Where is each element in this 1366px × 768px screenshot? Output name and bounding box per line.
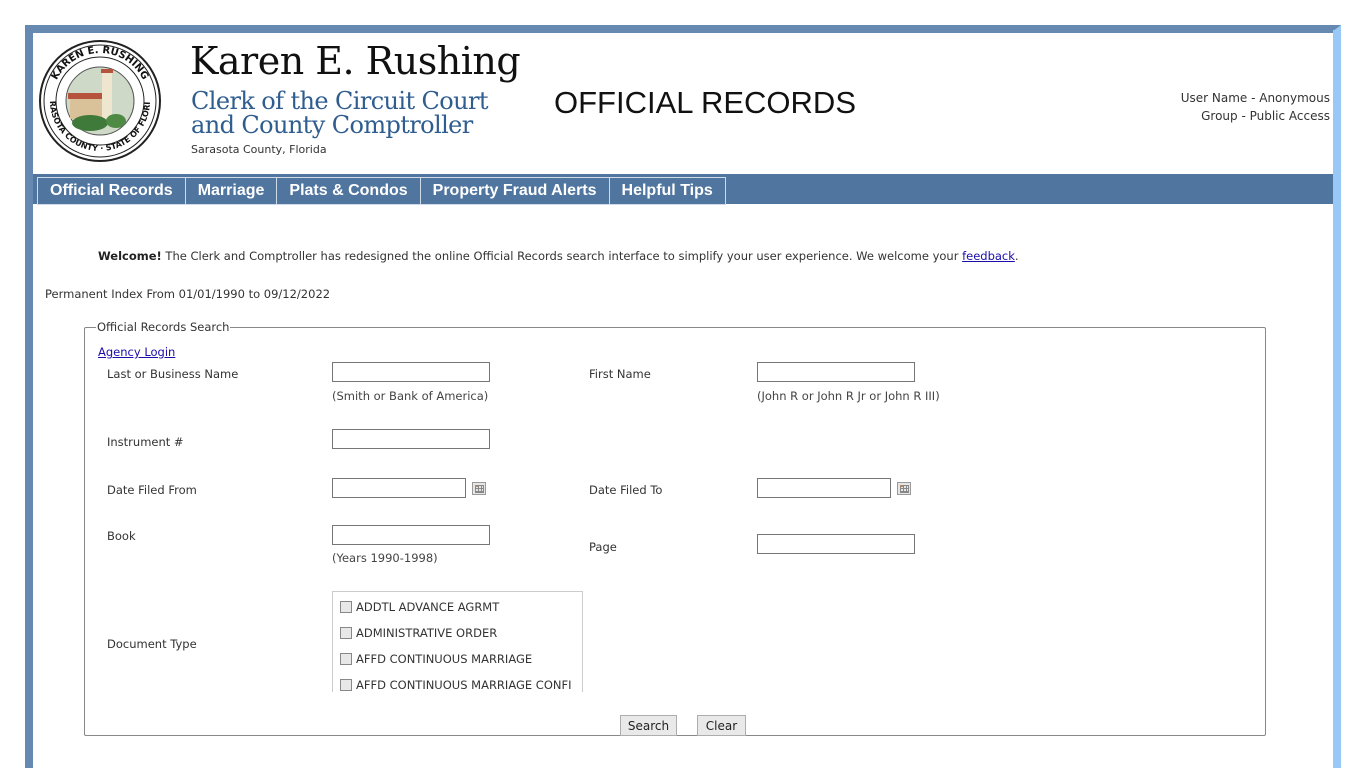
checkbox[interactable] (340, 601, 352, 613)
book-hint: (Years 1990-1998) (332, 551, 438, 565)
document-type-option-label: ADMINISTRATIVE ORDER (356, 626, 498, 640)
checkbox[interactable] (340, 653, 352, 665)
page-frame-top (25, 25, 1341, 33)
document-type-option-label: ADDTL ADVANCE AGRMT (356, 600, 500, 614)
user-name: User Name - Anonymous (1180, 91, 1330, 105)
book-input[interactable] (332, 525, 490, 545)
book-label: Book (107, 529, 136, 543)
calendar-icon[interactable] (472, 482, 486, 495)
page-frame-left (25, 25, 33, 768)
nav-list: Official Records Marriage Plats & Condos… (37, 177, 726, 205)
agency-login-link[interactable]: Agency Login (98, 345, 175, 359)
welcome-text: The Clerk and Comptroller has redesigned… (161, 249, 963, 263)
brand-location: Sarasota County, Florida (191, 143, 327, 156)
date-from-input[interactable] (332, 478, 466, 498)
document-type-option[interactable]: AFFD CONTINUOUS MARRIAGE CONFI (340, 675, 572, 692)
date-from-label: Date Filed From (107, 483, 197, 497)
page-input[interactable] (757, 534, 915, 554)
instrument-label: Instrument # (107, 435, 184, 449)
user-info: User Name - Anonymous Group - Public Acc… (1181, 89, 1330, 125)
brand-name: Karen E. Rushing (190, 39, 521, 83)
document-type-option[interactable]: ADMINISTRATIVE ORDER (340, 623, 497, 643)
document-type-label: Document Type (107, 637, 197, 651)
nav-item-property-fraud-alerts[interactable]: Property Fraud Alerts (419, 178, 609, 204)
welcome-message: Welcome! The Clerk and Comptroller has r… (98, 249, 1019, 263)
date-to-input[interactable] (757, 478, 891, 498)
document-type-option[interactable]: AFFD CONTINUOUS MARRIAGE (340, 649, 532, 669)
document-type-option[interactable]: ADDTL ADVANCE AGRMT (340, 597, 499, 617)
nav-item-helpful-tips[interactable]: Helpful Tips (608, 178, 726, 204)
first-name-hint: (John R or John R Jr or John R III) (757, 389, 940, 403)
first-name-label: First Name (589, 367, 651, 381)
feedback-link[interactable]: feedback (962, 249, 1015, 263)
nav-item-official-records[interactable]: Official Records (37, 178, 185, 204)
nav-item-marriage[interactable]: Marriage (184, 178, 277, 204)
search-button[interactable]: Search (620, 715, 677, 736)
nav-item-plats-condos[interactable]: Plats & Condos (276, 178, 419, 204)
first-name-input[interactable] (757, 362, 915, 382)
main-nav: Official Records Marriage Plats & Condos… (33, 174, 1333, 205)
document-type-list[interactable]: ADDTL ADVANCE AGRMT ADMINISTRATIVE ORDER… (332, 591, 583, 692)
page-label: Page (589, 540, 617, 554)
page-frame-right (1333, 30, 1341, 768)
page-title: OFFICIAL RECORDS (554, 85, 856, 120)
date-to-label: Date Filed To (589, 483, 663, 497)
checkbox[interactable] (340, 679, 352, 691)
brand-subtitle-line2: and County Comptroller (191, 111, 473, 139)
welcome-end: . (1014, 249, 1019, 263)
document-type-option-label: AFFD CONTINUOUS MARRIAGE (356, 652, 533, 666)
welcome-bold: Welcome! (98, 249, 162, 263)
last-name-input[interactable] (332, 362, 490, 382)
document-type-option-label: AFFD CONTINUOUS MARRIAGE CONFI (356, 678, 572, 692)
official-records-search-form: Official Records Search (84, 320, 1266, 736)
instrument-input[interactable] (332, 429, 490, 449)
calendar-icon[interactable] (897, 482, 911, 495)
search-legend: Official Records Search (97, 320, 230, 334)
last-name-label: Last or Business Name (107, 367, 239, 381)
user-group: Group - Public Access (1201, 109, 1330, 123)
last-name-hint: (Smith or Bank of America) (332, 389, 489, 403)
clear-button[interactable]: Clear (697, 715, 746, 736)
checkbox[interactable] (340, 627, 352, 639)
index-range: Permanent Index From 01/01/1990 to 09/12… (45, 287, 331, 301)
site-header: KAREN E. RUSHING SARASOTA COUNTY · STATE… (33, 33, 1333, 174)
clerk-seal-logo: KAREN E. RUSHING SARASOTA COUNTY · STATE… (38, 39, 161, 162)
